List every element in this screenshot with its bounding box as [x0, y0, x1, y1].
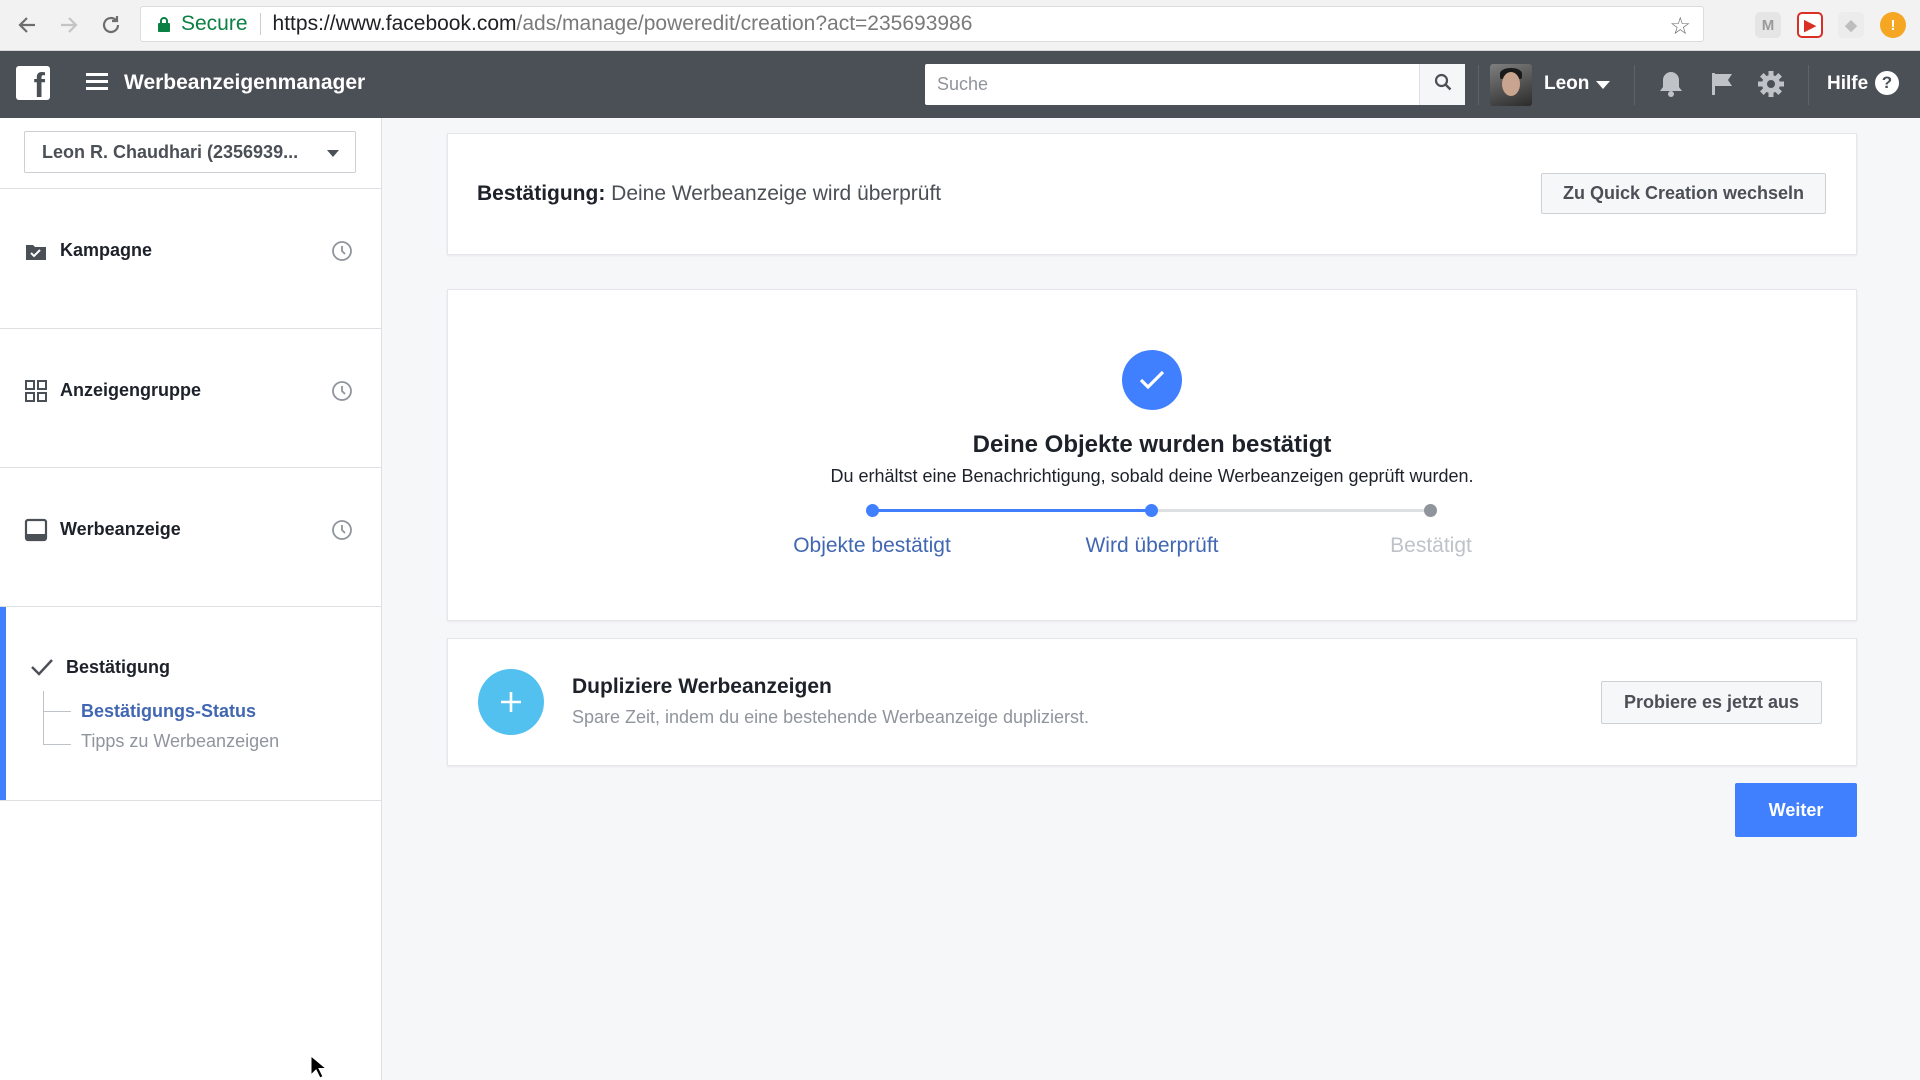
- divider: [0, 800, 382, 801]
- tree-line: [43, 711, 71, 712]
- try-now-button[interactable]: Probiere es jetzt aus: [1601, 681, 1822, 724]
- gear-icon[interactable]: [1755, 67, 1787, 101]
- quick-creation-button[interactable]: Zu Quick Creation wechseln: [1541, 173, 1826, 214]
- plus-icon[interactable]: [478, 669, 544, 735]
- sidebar: Leon R. Chaudhari (2356939... Kampagne A…: [0, 118, 382, 1080]
- divider: [1634, 65, 1635, 105]
- url-path: /ads/manage/poweredit/creation?act=23569…: [516, 12, 973, 35]
- progress-line-pending: [1152, 509, 1432, 512]
- sidebar-item-bestaetigung[interactable]: Bestätigung Bestätigungs-Status Tipps zu…: [0, 607, 382, 800]
- duplicate-ads-panel: Dupliziere Werbeanzeigen Spare Zeit, ind…: [447, 638, 1857, 766]
- sidebar-item-label: Anzeigengruppe: [60, 380, 202, 400]
- bookmark-star-icon[interactable]: ☆: [1669, 12, 1691, 41]
- clock-icon: [330, 518, 354, 542]
- sidebar-subitem-bestaetigungs-status[interactable]: Bestätigungs-Status: [81, 701, 256, 722]
- app-title[interactable]: Werbeanzeigenmanager: [124, 71, 365, 95]
- confirmation-header-panel: Bestätigung: Deine Werbeanzeige wird übe…: [447, 133, 1857, 255]
- chevron-down-icon: [327, 150, 339, 157]
- lock-icon: [153, 13, 175, 35]
- account-selector[interactable]: Leon R. Chaudhari (2356939...: [24, 131, 356, 173]
- forward-icon[interactable]: [54, 10, 84, 40]
- browser-toolbar: Secure https://www.facebook.com/ads/mana…: [0, 0, 1920, 51]
- avatar[interactable]: [1490, 64, 1532, 106]
- sidebar-subitem-tipps[interactable]: Tipps zu Werbeanzeigen: [81, 731, 279, 752]
- duplicate-subtitle: Spare Zeit, indem du eine bestehende Wer…: [572, 707, 1089, 727]
- url-host: https://www.facebook.com: [272, 12, 517, 35]
- step-dot-pending: [1424, 504, 1437, 517]
- step-label-wird-ueberprueft: Wird überprüft: [1085, 534, 1219, 557]
- clock-icon: [330, 239, 354, 263]
- status-panel: Deine Objekte wurden bestätigt Du erhält…: [447, 289, 1857, 621]
- address-bar[interactable]: Secure https://www.facebook.com/ads/mana…: [140, 6, 1704, 42]
- page-title: Bestätigung: Deine Werbeanzeige wird übe…: [477, 182, 941, 206]
- status-subtext: Du erhältst eine Benachrichtigung, sobal…: [830, 466, 1474, 486]
- sidebar-item-werbeanzeige[interactable]: Werbeanzeige: [0, 468, 382, 607]
- search-icon: [1434, 73, 1452, 96]
- sidebar-item-kampagne[interactable]: Kampagne: [0, 189, 382, 328]
- step-label-bestaetigt: Bestätigt: [1390, 534, 1472, 557]
- chevron-down-icon[interactable]: [1596, 81, 1610, 89]
- facebook-logo-icon[interactable]: f: [16, 66, 50, 100]
- user-name[interactable]: Leon: [1544, 73, 1589, 95]
- sidebar-item-label: Bestätigung: [66, 657, 171, 677]
- search-button[interactable]: [1419, 64, 1465, 105]
- extension-m-icon[interactable]: M: [1755, 12, 1781, 38]
- search-input[interactable]: [925, 64, 1419, 105]
- active-indicator: [0, 607, 6, 800]
- back-icon[interactable]: [12, 10, 42, 40]
- page-title-label: Bestätigung:: [477, 182, 606, 205]
- progress-line-done: [872, 509, 1152, 512]
- divider: [1808, 65, 1809, 105]
- checkmark-circle-icon: [1122, 350, 1182, 410]
- step-dot-current: [1145, 504, 1158, 517]
- extension-video-icon[interactable]: ▶: [1797, 12, 1823, 38]
- secure-label: Secure: [181, 12, 248, 35]
- extension-leaf-icon[interactable]: ◆: [1838, 12, 1864, 38]
- grid-icon: [24, 379, 48, 403]
- checkmark-icon: [30, 657, 54, 682]
- url-separator: [259, 13, 261, 35]
- divider: [1478, 65, 1479, 105]
- page-title-text: Deine Werbeanzeige wird überprüft: [605, 182, 942, 205]
- bell-icon[interactable]: [1655, 67, 1687, 101]
- help-icon[interactable]: ?: [1875, 71, 1899, 95]
- menu-icon[interactable]: [86, 73, 108, 91]
- briefcase-icon: [24, 239, 48, 263]
- tree-line: [43, 744, 71, 745]
- account-label: Leon R. Chaudhari (2356939...: [42, 141, 299, 162]
- sidebar-item-label: Werbeanzeige: [60, 519, 181, 539]
- extension-alert-icon[interactable]: !: [1880, 12, 1906, 38]
- duplicate-title: Dupliziere Werbeanzeigen: [572, 675, 832, 698]
- flag-icon[interactable]: [1706, 67, 1738, 101]
- next-button[interactable]: Weiter: [1735, 783, 1857, 837]
- step-label-objekte-bestaetigt: Objekte bestätigt: [793, 534, 951, 557]
- clock-icon: [330, 379, 354, 403]
- status-heading: Deine Objekte wurden bestätigt: [972, 431, 1332, 458]
- search-box: [925, 64, 1465, 105]
- reload-icon[interactable]: [96, 10, 126, 40]
- sidebar-item-label: Kampagne: [60, 240, 153, 260]
- sidebar-item-anzeigengruppe[interactable]: Anzeigengruppe: [0, 329, 382, 468]
- tree-line: [43, 691, 44, 745]
- help-label[interactable]: Hilfe: [1827, 73, 1868, 95]
- step-dot-done: [866, 504, 879, 517]
- ads-manager-topbar: f Werbeanzeigenmanager Leon Hilfe ?: [0, 51, 1920, 118]
- ad-icon: [24, 518, 48, 542]
